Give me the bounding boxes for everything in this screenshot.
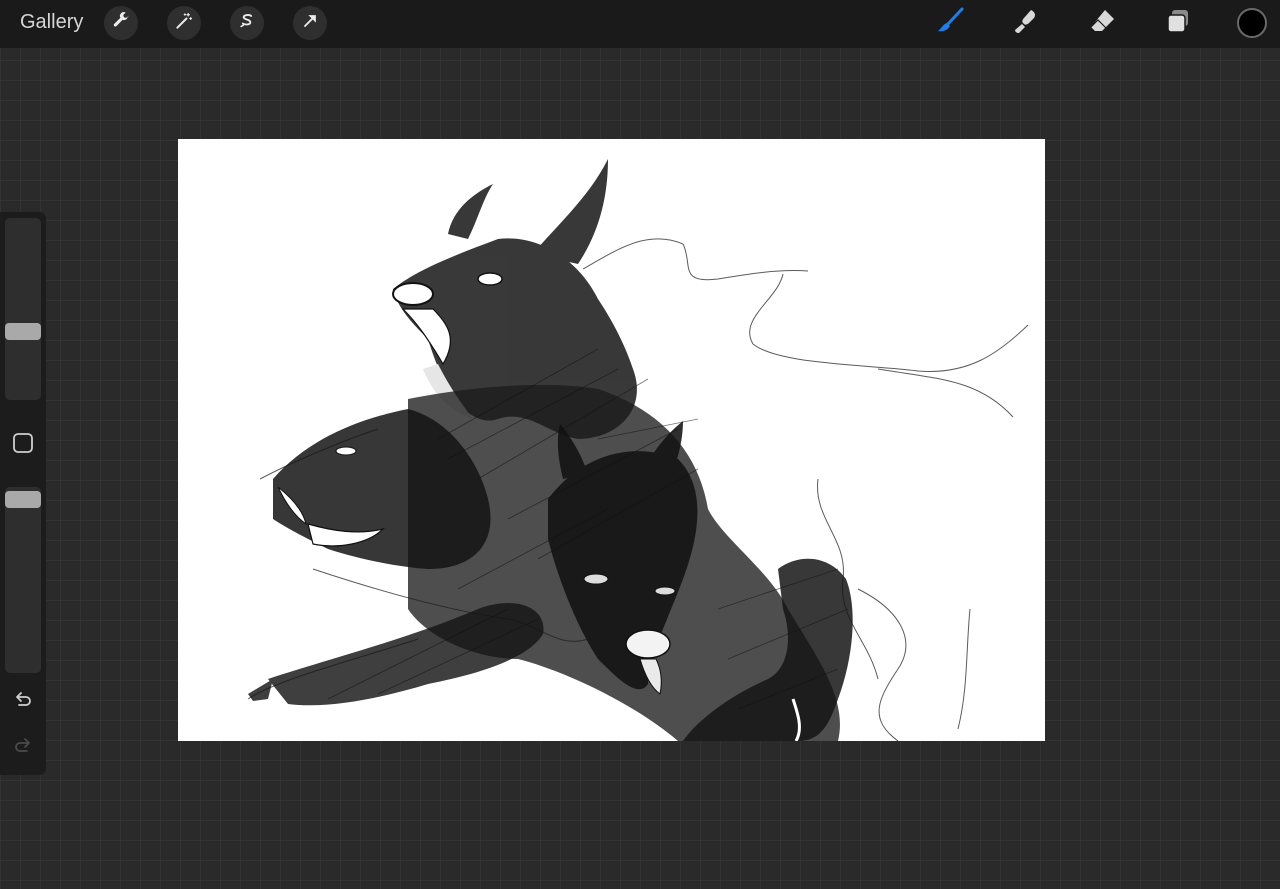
cerberus-sketch (247, 159, 1029, 741)
layers-button[interactable] (1161, 6, 1195, 40)
layers-icon (1163, 6, 1193, 41)
undo-button[interactable] (10, 688, 36, 714)
eraser-button[interactable] (1085, 6, 1119, 40)
transform-arrow-icon (300, 11, 320, 36)
redo-icon (12, 734, 34, 761)
selection-icon (237, 11, 257, 36)
top-toolbar: Gallery (0, 0, 1280, 48)
color-picker-button[interactable] (1237, 8, 1267, 38)
brush-button[interactable] (933, 6, 967, 40)
magic-wand-icon (174, 11, 194, 36)
transform-button[interactable] (293, 6, 327, 40)
drawing-canvas[interactable] (178, 139, 1045, 741)
brush-size-thumb[interactable] (5, 323, 41, 340)
eraser-icon (1087, 6, 1117, 41)
brush-size-slider[interactable] (5, 218, 41, 400)
selection-button[interactable] (230, 6, 264, 40)
modify-square-icon (12, 432, 34, 459)
brush-icon (935, 6, 965, 41)
gallery-button[interactable]: Gallery (20, 11, 83, 34)
opacity-slider[interactable] (5, 487, 41, 673)
adjustments-button[interactable] (167, 6, 201, 40)
modify-button[interactable] (12, 432, 34, 459)
smudge-button[interactable] (1009, 6, 1043, 40)
actions-button[interactable] (104, 6, 138, 40)
wrench-icon (111, 11, 131, 36)
undo-icon (12, 688, 34, 715)
left-sidebar (0, 212, 46, 775)
opacity-thumb[interactable] (5, 491, 41, 508)
smudge-icon (1011, 6, 1041, 41)
redo-button[interactable] (10, 734, 36, 760)
